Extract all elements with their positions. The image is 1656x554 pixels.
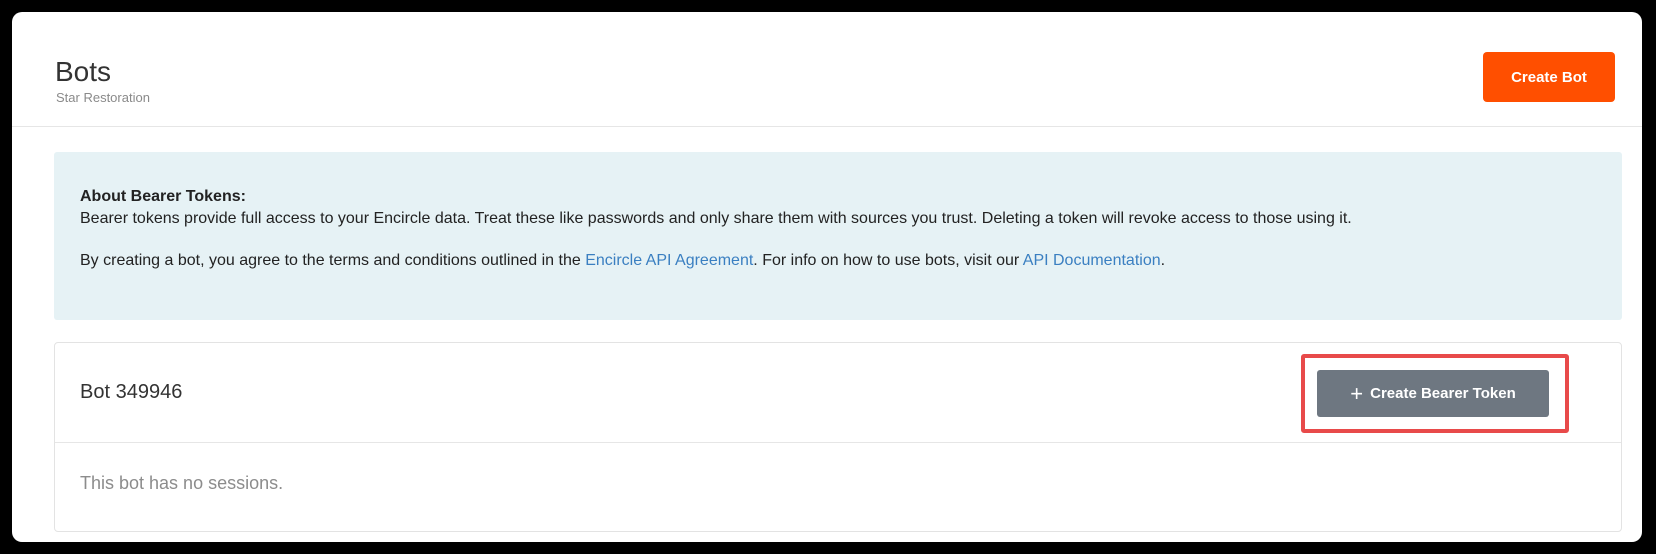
page-subtitle: Star Restoration xyxy=(56,90,150,105)
create-bearer-token-button[interactable]: + Create Bearer Token xyxy=(1317,370,1549,417)
api-documentation-link[interactable]: API Documentation xyxy=(1023,252,1161,269)
plus-icon: + xyxy=(1350,380,1364,406)
create-bot-button[interactable]: Create Bot xyxy=(1483,52,1615,102)
agreement-text: By creating a bot, you agree to the term… xyxy=(80,250,1596,272)
agreement-middle: . For info on how to use bots, visit our xyxy=(753,252,1023,269)
agreement-suffix: . xyxy=(1160,252,1166,269)
no-sessions-text: This bot has no sessions. xyxy=(80,473,284,493)
bearer-token-info: About Bearer Tokens: Bearer tokens provi… xyxy=(54,152,1622,320)
agreement-prefix: By creating a bot, you agree to the term… xyxy=(80,252,586,269)
bot-card-header: Bot 349946 + Create Bearer Token xyxy=(55,343,1621,443)
create-bearer-token-label: Create Bearer Token xyxy=(1370,385,1516,402)
info-body: Bearer tokens provide full access to you… xyxy=(80,210,1352,227)
api-agreement-link[interactable]: Encircle API Agreement xyxy=(585,252,753,269)
bot-card: Bot 349946 + Create Bearer Token This bo… xyxy=(54,342,1622,532)
app-window: Bots Star Restoration Create Bot About B… xyxy=(12,12,1642,542)
page-title: Bots xyxy=(55,56,112,87)
bot-name: Bot 349946 xyxy=(80,381,183,403)
info-heading: About Bearer Tokens: xyxy=(80,188,246,205)
page-header: Bots Star Restoration Create Bot xyxy=(12,12,1642,127)
